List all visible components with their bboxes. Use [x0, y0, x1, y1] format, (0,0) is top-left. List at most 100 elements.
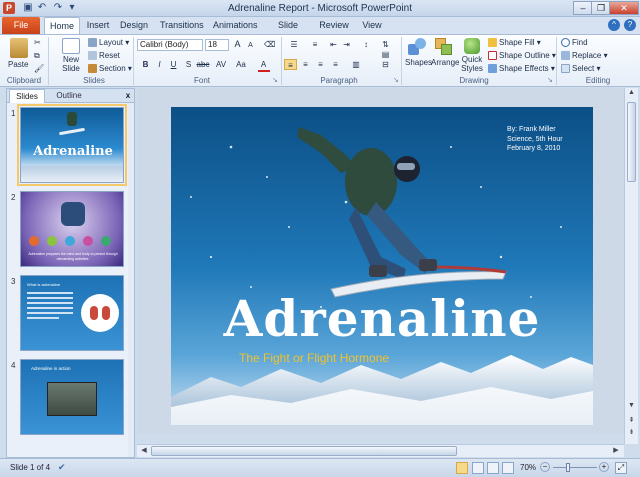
- scroll-right-icon[interactable]: ▶: [611, 446, 621, 456]
- cut-icon[interactable]: ✂: [34, 38, 41, 47]
- reading-view-icon[interactable]: [487, 462, 499, 474]
- align-center-icon[interactable]: ≡: [299, 59, 312, 70]
- section-button[interactable]: Section ▾: [88, 64, 132, 74]
- normal-view-icon[interactable]: [456, 462, 468, 474]
- zoom-slider-thumb[interactable]: [566, 463, 571, 472]
- divider: [556, 37, 557, 85]
- divider: [401, 37, 402, 85]
- shrink-font-button[interactable]: A: [245, 40, 256, 51]
- increase-indent-icon[interactable]: ⇥: [341, 39, 352, 50]
- align-text-icon[interactable]: ⊟: [380, 59, 391, 70]
- font-size-combo[interactable]: 18: [205, 39, 229, 51]
- tab-file[interactable]: File: [2, 17, 40, 34]
- scroll-thumb[interactable]: [627, 102, 636, 182]
- paragraph-dialog-launcher-icon[interactable]: ↘: [393, 76, 399, 84]
- text-shadow-button[interactable]: S: [183, 59, 194, 70]
- previous-slide-icon[interactable]: ⇞: [626, 416, 637, 426]
- minimize-ribbon-icon[interactable]: ^: [608, 19, 620, 31]
- drawing-dialog-launcher-icon[interactable]: ↘: [547, 76, 553, 84]
- next-slide-icon[interactable]: ⇟: [626, 428, 637, 438]
- tab-view[interactable]: View: [360, 17, 384, 34]
- shapes-button[interactable]: Shapes: [405, 38, 432, 67]
- zoom-in-icon[interactable]: +: [599, 462, 609, 472]
- tab-review[interactable]: Review: [319, 17, 349, 34]
- align-left-icon[interactable]: ≡: [284, 59, 297, 70]
- tab-slides[interactable]: Slides: [9, 89, 45, 103]
- clear-formatting-icon[interactable]: ⌫: [264, 39, 275, 50]
- replace-button[interactable]: Replace ▾: [561, 51, 608, 61]
- font-color-button[interactable]: A: [258, 59, 270, 73]
- columns-icon[interactable]: ▥: [349, 59, 363, 70]
- slide-show-icon[interactable]: [502, 462, 514, 474]
- bullets-icon[interactable]: ☰: [287, 39, 301, 50]
- tab-outline[interactable]: Outline: [47, 89, 91, 103]
- powerpoint-icon[interactable]: P: [3, 2, 15, 14]
- font-dialog-launcher-icon[interactable]: ↘: [272, 76, 278, 84]
- new-slide-button[interactable]: New Slide: [58, 38, 84, 73]
- slide-subtitle[interactable]: The Fight or Flight Hormone: [239, 351, 389, 365]
- restore-button[interactable]: ❐: [591, 1, 611, 15]
- numbering-icon[interactable]: ≡: [308, 39, 322, 50]
- current-slide[interactable]: By: Frank Miller Science, 5th Hour Febru…: [171, 107, 593, 425]
- slide-thumbnail-4[interactable]: Adrenaline in action: [20, 359, 124, 435]
- shape-effects-button[interactable]: Shape Effects ▾: [488, 64, 555, 74]
- tab-slide-show[interactable]: Slide Show: [267, 17, 309, 47]
- customize-icon[interactable]: ▾: [66, 2, 78, 14]
- save-icon[interactable]: ▣: [22, 2, 34, 14]
- justify-icon[interactable]: ≡: [329, 59, 342, 70]
- decrease-indent-icon[interactable]: ⇤: [328, 39, 339, 50]
- tab-animations[interactable]: Animations: [213, 17, 258, 34]
- strikethrough-button[interactable]: abc: [196, 59, 210, 70]
- grow-font-button[interactable]: A: [232, 39, 243, 50]
- arrange-button[interactable]: Arrange: [431, 38, 459, 67]
- slide-thumbnail-1[interactable]: Adrenaline: [17, 104, 127, 186]
- slide-title[interactable]: Adrenaline: [171, 291, 593, 347]
- undo-icon[interactable]: ↶: [36, 2, 48, 14]
- zoom-level[interactable]: 70%: [520, 463, 536, 472]
- redo-icon[interactable]: ↷: [52, 2, 64, 14]
- tab-transitions[interactable]: Transitions: [160, 17, 204, 34]
- line-spacing-icon[interactable]: ↕: [359, 39, 373, 50]
- scroll-thumb[interactable]: [151, 446, 457, 456]
- vertical-scrollbar[interactable]: ▲ ▼ ⇞ ⇟: [624, 88, 638, 444]
- horizontal-scrollbar[interactable]: ◀ ▶: [137, 444, 624, 457]
- bold-button[interactable]: B: [140, 59, 151, 70]
- tab-design[interactable]: Design: [119, 17, 149, 34]
- copy-icon[interactable]: ⧉: [34, 51, 40, 61]
- slide-thumbnail-3[interactable]: What is adrenaline: [20, 275, 124, 351]
- italic-button[interactable]: I: [154, 59, 165, 70]
- author-info[interactable]: By: Frank Miller Science, 5th Hour Febru…: [507, 125, 563, 154]
- layout-button[interactable]: Layout ▾: [88, 38, 129, 48]
- scroll-left-icon[interactable]: ◀: [139, 446, 149, 456]
- select-button[interactable]: Select ▾: [561, 64, 600, 74]
- zoom-out-icon[interactable]: −: [540, 462, 550, 472]
- find-button[interactable]: Find: [561, 38, 588, 48]
- minimize-button[interactable]: –: [573, 1, 593, 15]
- scroll-down-icon[interactable]: ▼: [626, 402, 637, 412]
- underline-button[interactable]: U: [168, 59, 179, 70]
- reset-label: Reset: [99, 51, 120, 60]
- paste-button[interactable]: Paste: [8, 38, 28, 69]
- reset-button[interactable]: Reset: [88, 51, 120, 61]
- tab-home[interactable]: Home: [44, 17, 80, 34]
- close-pane-icon[interactable]: x: [123, 89, 133, 103]
- help-icon[interactable]: ?: [624, 19, 636, 31]
- slide-sorter-view-icon[interactable]: [472, 462, 484, 474]
- quick-styles-button[interactable]: Quick Styles: [459, 38, 485, 73]
- close-button[interactable]: ✕: [609, 1, 639, 15]
- character-spacing-button[interactable]: AV: [214, 59, 228, 70]
- font-name-combo[interactable]: Calibri (Body): [137, 39, 203, 51]
- spell-check-icon[interactable]: ✔: [58, 462, 70, 474]
- align-right-icon[interactable]: ≡: [314, 59, 327, 70]
- tab-insert[interactable]: Insert: [84, 17, 112, 34]
- shape-outline-button[interactable]: Shape Outline ▾: [488, 51, 556, 61]
- change-case-button[interactable]: Aa: [234, 59, 248, 70]
- scroll-up-icon[interactable]: ▲: [626, 89, 637, 99]
- zoom-slider-track[interactable]: [553, 467, 597, 468]
- slide-thumbnail-2[interactable]: Adrenaline prepares the mind and body to…: [20, 191, 124, 267]
- format-painter-icon[interactable]: 🖌: [34, 64, 44, 73]
- pane-scrollbar[interactable]: [128, 103, 134, 457]
- fit-to-window-icon[interactable]: ⤢: [615, 462, 627, 474]
- smartart-icon[interactable]: ▤: [380, 49, 391, 60]
- shape-fill-button[interactable]: Shape Fill ▾: [488, 38, 541, 48]
